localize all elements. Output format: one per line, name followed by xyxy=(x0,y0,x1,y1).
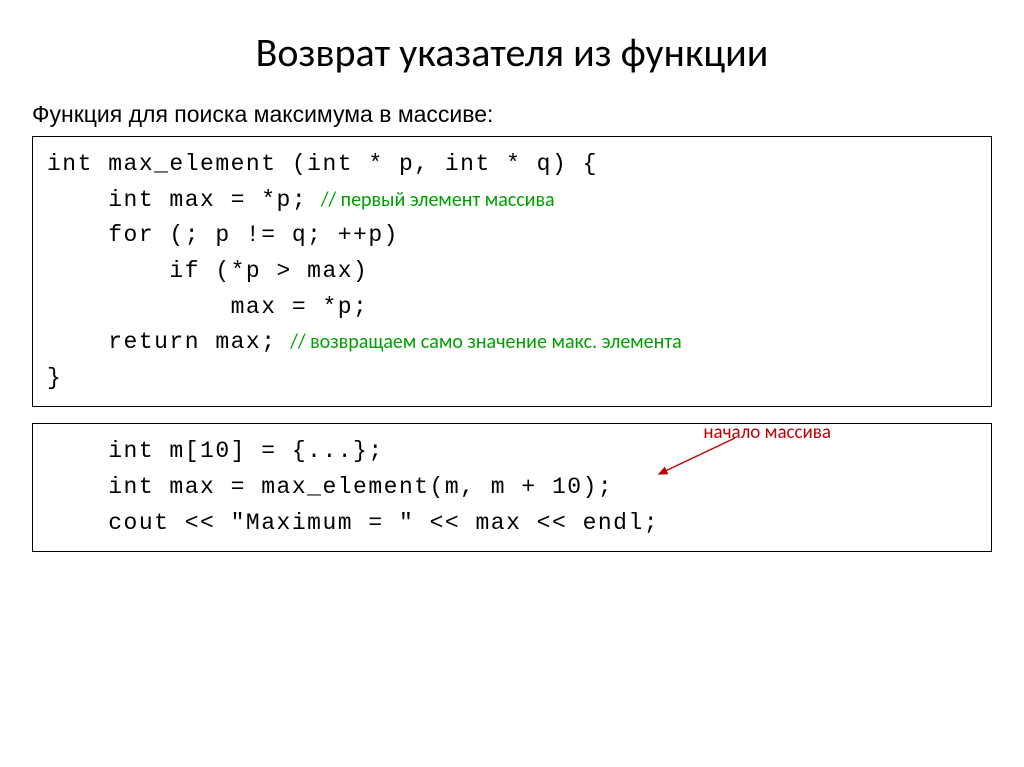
code-line: cout << "Maximum = " << max << endl; xyxy=(47,506,977,542)
code-line: return max; // возвращаем само значение … xyxy=(47,325,977,361)
code-line: int max = max_element(m, m + 10); xyxy=(47,470,977,506)
code-comment: // первый элемент массива xyxy=(307,188,554,212)
slide-title: Возврат указателя из функции xyxy=(0,0,1024,101)
code-line: int max_element (int * p, int * q) { xyxy=(47,147,977,183)
code-block-2: int m[10] = {...}; int max = max_element… xyxy=(32,423,992,552)
code-block-1: int max_element (int * p, int * q) { int… xyxy=(32,136,992,407)
code-comment: // возвращаем само значение макс. элемен… xyxy=(277,330,682,354)
code-line: for (; p != q; ++p) xyxy=(47,218,977,254)
code-line: int max = *p; // первый элемент массива xyxy=(47,183,977,219)
code-line: } xyxy=(47,361,977,397)
annotation-label: начало массива xyxy=(703,418,831,447)
code-line: max = *p; xyxy=(47,290,977,326)
code-line: if (*p > max) xyxy=(47,254,977,290)
code-line: int m[10] = {...}; xyxy=(47,434,977,470)
subtitle-text: Функция для поиска максимума в массиве: xyxy=(0,101,1024,136)
